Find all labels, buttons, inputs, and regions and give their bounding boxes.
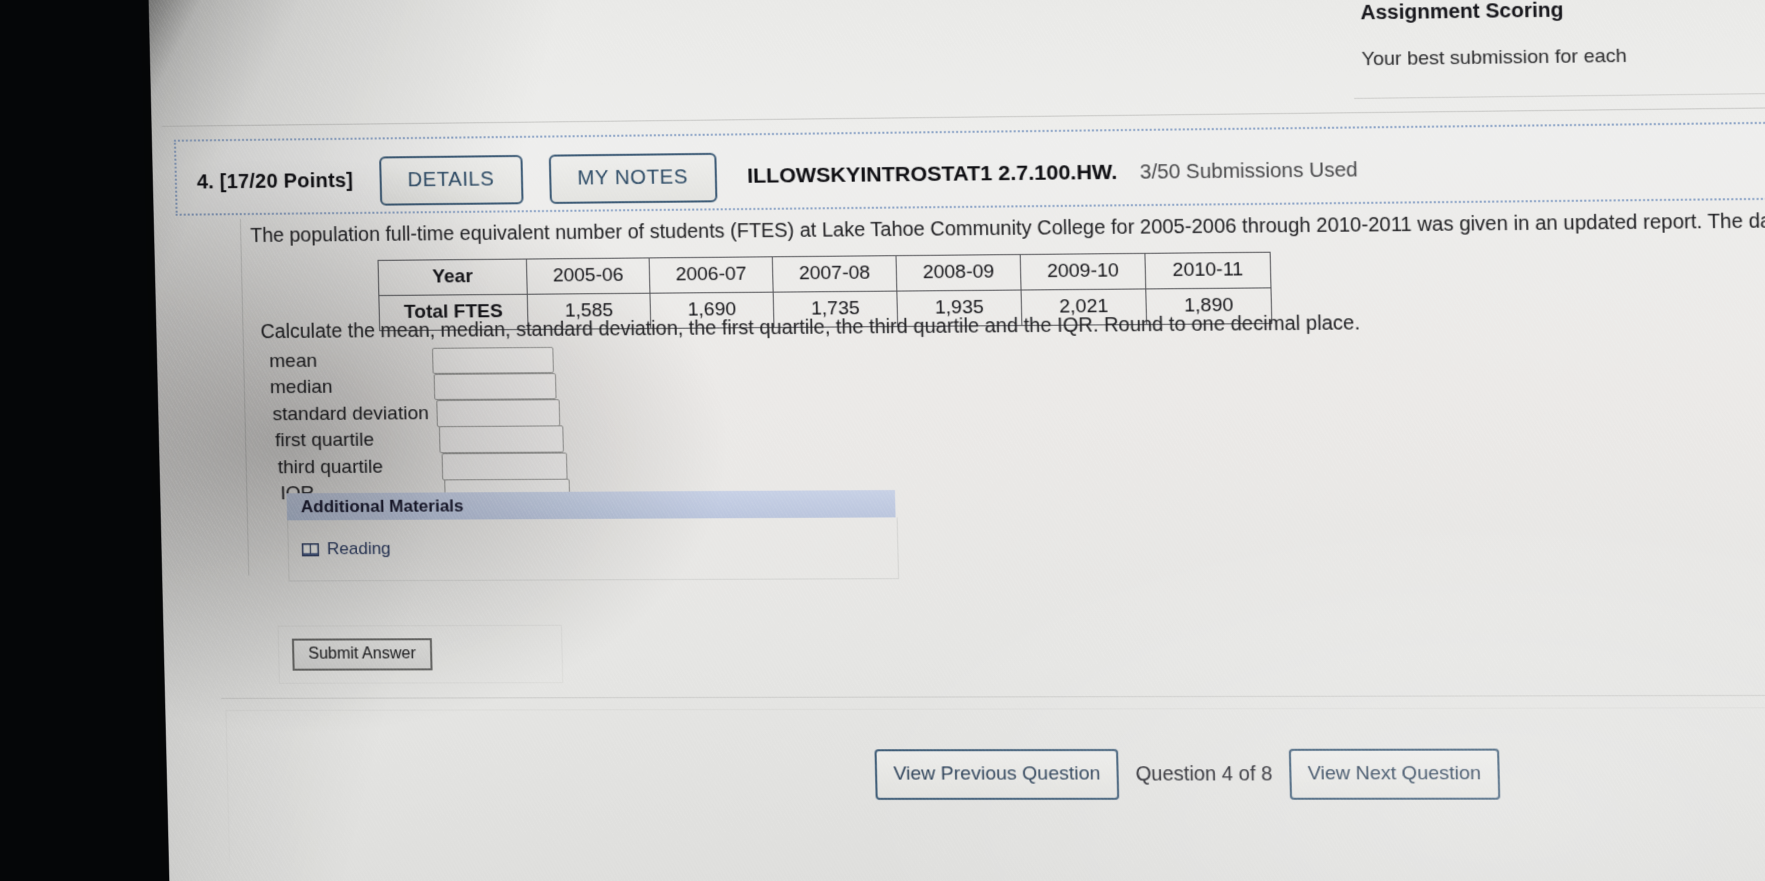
question-counter: Question 4 of 8 bbox=[1135, 762, 1273, 786]
screen-surface: randomization after every 3 q Assignment… bbox=[148, 0, 1765, 881]
year-cell-5: 2010-11 bbox=[1144, 252, 1271, 289]
row-header-year: Year bbox=[378, 259, 528, 296]
answer-input-third-quartile[interactable] bbox=[441, 452, 568, 481]
year-cell-2: 2007-08 bbox=[772, 255, 897, 293]
answer-input-median[interactable] bbox=[433, 373, 557, 401]
question-code: ILLOWSKYINTROSTAT1 2.7.100.HW. bbox=[746, 160, 1118, 188]
question-navigation: View Previous Question Question 4 of 8 V… bbox=[874, 748, 1501, 800]
book-icon bbox=[302, 543, 319, 556]
answer-row-mean: mean bbox=[269, 346, 554, 375]
answer-row-median: median bbox=[270, 373, 557, 401]
year-cell-1: 2006-07 bbox=[649, 256, 774, 294]
answer-label-first-quartile: first quartile bbox=[274, 429, 375, 451]
answer-label-standard-deviation: standard deviation bbox=[272, 402, 430, 425]
answer-label-median: median bbox=[269, 376, 333, 399]
assignment-scoring-heading: Assignment Scoring bbox=[1360, 0, 1564, 25]
details-button[interactable]: DETAILS bbox=[378, 154, 524, 206]
answer-input-mean[interactable] bbox=[432, 346, 554, 374]
best-submission-text: Your best submission for each bbox=[1361, 45, 1627, 71]
year-cell-0: 2005-06 bbox=[526, 257, 650, 295]
view-next-question-button[interactable]: View Next Question bbox=[1288, 748, 1501, 800]
nav-divider bbox=[221, 694, 1765, 699]
header-divider-short bbox=[1354, 92, 1765, 99]
question-number-points: 4. [17/20 Points] bbox=[196, 169, 354, 194]
screen-photo: randomization after every 3 q Assignment… bbox=[0, 0, 1765, 881]
answer-label-mean: mean bbox=[269, 350, 318, 373]
year-cell-4: 2009-10 bbox=[1020, 253, 1146, 291]
additional-materials-item-reading[interactable]: Reading bbox=[302, 539, 391, 559]
additional-materials-item-label: Reading bbox=[326, 538, 391, 559]
additional-materials-title: Additional Materials bbox=[300, 496, 464, 517]
answer-row-standard-deviation: standard deviation bbox=[272, 399, 561, 428]
year-cell-3: 2008-09 bbox=[895, 254, 1022, 292]
my-notes-button[interactable]: MY NOTES bbox=[548, 152, 718, 204]
answer-label-third-quartile: third quartile bbox=[277, 456, 384, 478]
assignment-info-block: randomization after every 3 q Assignment… bbox=[148, 0, 1765, 134]
answer-row-first-quartile: first quartile bbox=[275, 425, 564, 454]
answer-input-standard-deviation[interactable] bbox=[436, 399, 561, 428]
submissions-used: 3/50 Submissions Used bbox=[1139, 158, 1358, 184]
view-previous-question-button[interactable]: View Previous Question bbox=[874, 749, 1120, 800]
submit-answer-button[interactable]: Submit Answer bbox=[291, 638, 433, 671]
webassign-page: randomization after every 3 q Assignment… bbox=[148, 0, 1765, 881]
answer-row-third-quartile: third quartile bbox=[277, 452, 568, 482]
answer-input-first-quartile[interactable] bbox=[438, 425, 564, 454]
